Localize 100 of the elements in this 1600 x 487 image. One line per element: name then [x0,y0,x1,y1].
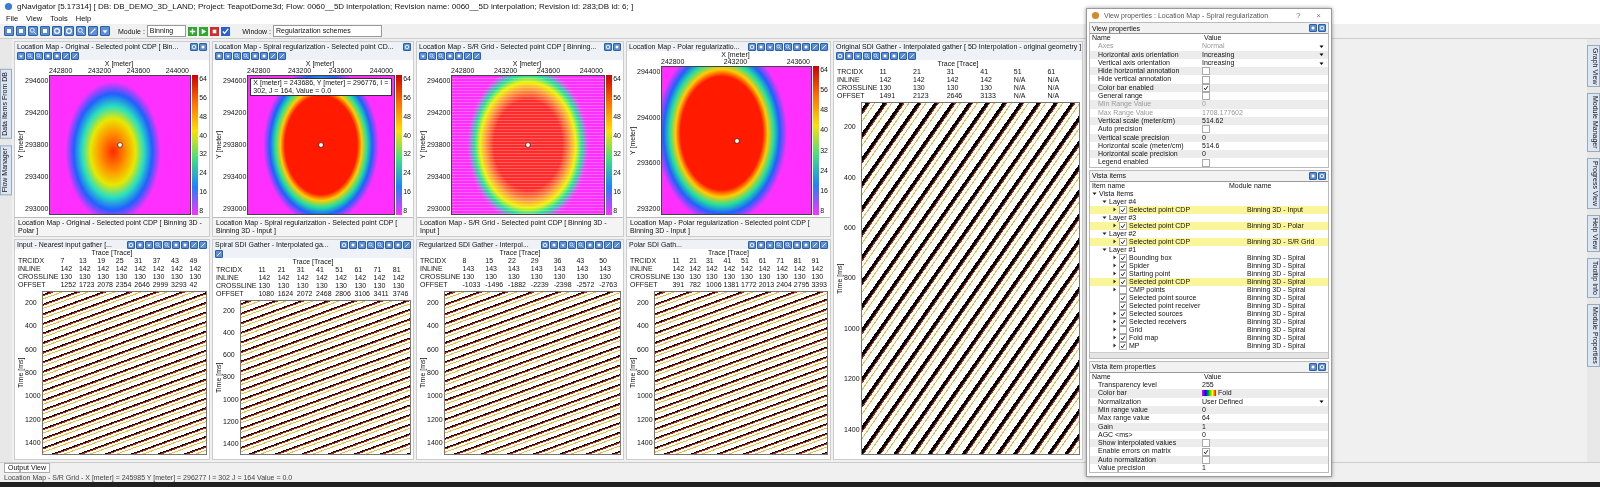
toolbar-button[interactable] [127,240,135,249]
toolbar-button[interactable] [881,52,889,60]
checkbox[interactable] [1202,125,1210,134]
toolbar-button[interactable] [455,52,463,60]
checkbox[interactable] [1119,293,1127,302]
toolbar-button[interactable] [1309,362,1317,371]
toolbar-button[interactable] [88,26,98,36]
checkbox[interactable] [1119,237,1127,246]
toolbar-button[interactable] [908,52,916,60]
toolbar-button[interactable] [394,240,402,249]
checkbox[interactable] [1202,67,1210,76]
toolbar-button[interactable] [595,240,603,249]
toolbar-button[interactable] [233,52,241,60]
toolbar-button[interactable] [35,52,43,60]
toolbar-button[interactable] [568,240,576,249]
checkbox[interactable] [1119,253,1127,262]
toolbar-button[interactable] [224,52,232,60]
toolbar-button[interactable] [550,240,558,249]
toolbar-button[interactable] [419,52,427,60]
toolbar-button[interactable] [890,52,898,60]
checkbox[interactable] [1202,455,1210,464]
toolbar-button[interactable] [154,240,162,249]
toolbar-button[interactable] [473,52,481,60]
toolbar-button[interactable] [899,52,907,60]
toolbar-button[interactable] [190,42,198,51]
toolbar-button[interactable] [16,26,26,36]
toolbar-button[interactable] [748,240,756,249]
checkbox[interactable] [1119,261,1127,270]
toolbar-button[interactable] [385,240,393,249]
toolbar-button[interactable] [748,42,756,51]
toolbar-button[interactable] [349,240,357,249]
toolbar-button[interactable] [784,42,792,51]
checkbox[interactable] [1119,285,1127,294]
toolbar-button[interactable] [40,26,50,36]
toolbar-button[interactable] [854,52,862,60]
toolbar-button[interactable] [52,26,62,36]
toolbar-button[interactable] [367,240,375,249]
toolbar-button[interactable] [181,240,189,249]
toolbar-button[interactable] [28,26,38,36]
toolbar-button[interactable] [190,240,198,249]
toolbar-button[interactable] [541,240,549,249]
toolbar-button[interactable] [775,42,783,51]
toolbar-button[interactable] [613,240,621,249]
checkbox[interactable] [1119,341,1127,350]
close-button[interactable]: × [1310,10,1327,20]
toolbar-button[interactable] [136,240,144,249]
toolbar-button[interactable] [428,52,436,60]
checkbox[interactable] [1202,158,1210,167]
toolbar-button[interactable] [26,52,34,60]
checkbox[interactable] [1119,301,1127,310]
toolbar-button[interactable] [260,52,268,60]
toolbar-button[interactable] [242,52,250,60]
toolbar-button[interactable] [269,52,277,60]
toolbar-button[interactable] [145,240,153,249]
toolbar-button[interactable] [163,240,171,249]
checkbox[interactable] [1202,447,1210,456]
toolbar-button[interactable] [17,52,25,60]
toolbar-button[interactable] [1309,24,1317,32]
toolbar-button[interactable] [199,42,207,51]
toolbar-button[interactable] [199,240,207,249]
toolbar-button[interactable] [403,42,411,51]
checkbox[interactable] [1119,269,1127,278]
toolbar-button[interactable] [53,52,61,60]
toolbar-button[interactable] [559,240,567,249]
toolbar-button[interactable] [793,240,801,249]
checkbox[interactable] [1119,205,1127,214]
toolbar-button[interactable] [811,42,819,51]
toolbar-button[interactable] [802,240,810,249]
toolbar-button[interactable] [836,52,844,60]
toolbar-button[interactable] [586,240,594,249]
toolbar-button[interactable] [376,240,384,249]
toolbar-button[interactable] [44,52,52,60]
toolbar-button[interactable] [100,26,110,36]
toolbar-button[interactable] [820,240,828,249]
checkbox[interactable] [1202,92,1210,101]
toolbar-button[interactable] [802,42,810,51]
toolbar-button[interactable] [358,240,366,249]
toolbar-button[interactable] [811,240,819,249]
toolbar-button[interactable] [604,42,612,51]
toolbar-button[interactable] [757,240,765,249]
checkbox[interactable] [1119,221,1127,230]
toolbar-button[interactable] [784,240,792,249]
toolbar-button[interactable] [464,52,472,60]
toolbar-button[interactable] [71,52,79,60]
toolbar-button[interactable] [215,250,223,258]
toolbar-button[interactable] [215,52,223,60]
checkbox[interactable] [1119,309,1127,318]
toolbar-button[interactable] [1318,24,1326,32]
toolbar-button[interactable] [775,240,783,249]
horizontal-scrollbar[interactable] [1090,351,1328,358]
toolbar-button[interactable] [766,42,774,51]
checkbox[interactable] [1202,83,1210,92]
toolbar-button[interactable] [863,52,871,60]
toolbar-button[interactable] [446,52,454,60]
checkbox[interactable] [1202,439,1210,448]
toolbar-button[interactable] [604,240,612,249]
toolbar-button[interactable] [340,240,348,249]
toolbar-button[interactable] [613,42,621,51]
checkbox[interactable] [1202,75,1210,84]
toolbar-button[interactable] [172,240,180,249]
